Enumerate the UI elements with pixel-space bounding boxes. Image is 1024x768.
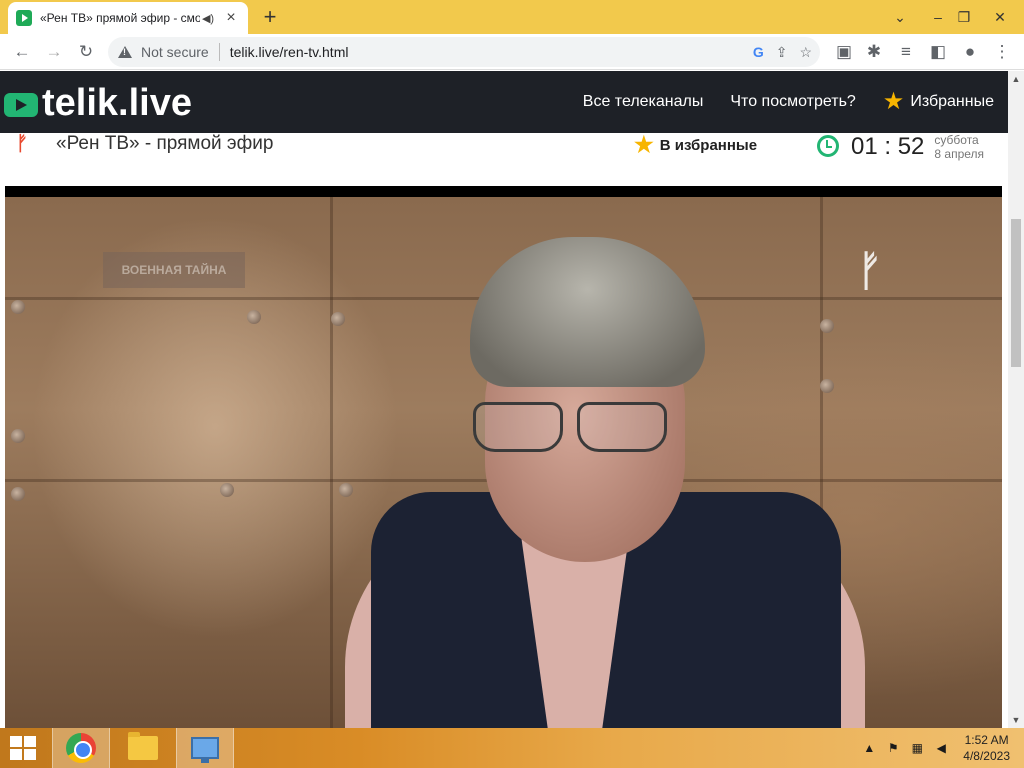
close-icon[interactable]: × bbox=[222, 9, 240, 27]
restore-icon[interactable]: ❐ bbox=[944, 0, 984, 34]
page-title: «Рен ТВ» - прямой эфир bbox=[56, 133, 274, 154]
reload-icon[interactable]: ↻ bbox=[72, 38, 100, 66]
close-icon[interactable]: ✕ bbox=[980, 0, 1020, 34]
scroll-thumb[interactable] bbox=[1011, 219, 1021, 367]
ren-tv-logo-icon: ᚠ bbox=[16, 133, 28, 155]
presenter-figure bbox=[335, 237, 875, 728]
folder-icon bbox=[128, 732, 158, 760]
audio-icon[interactable]: ◀) bbox=[200, 12, 216, 25]
chrome-icon bbox=[66, 733, 96, 763]
page-scrollbar[interactable]: ▲ ▼ bbox=[1008, 71, 1024, 728]
site-logo[interactable]: telik.live bbox=[4, 83, 192, 123]
star-icon: ★ bbox=[882, 88, 905, 115]
extension-icon[interactable]: ▣ bbox=[830, 38, 858, 66]
url-text[interactable]: telik.live/ren-tv.html bbox=[230, 44, 349, 60]
media-icon[interactable]: ≡ bbox=[892, 38, 920, 66]
volume-icon[interactable]: ◀ bbox=[931, 741, 951, 755]
sidepanel-icon[interactable]: ◧ bbox=[924, 38, 952, 66]
site-clock: 01 : 52 суббота 8 апреля bbox=[817, 133, 984, 161]
monitor-icon bbox=[191, 737, 219, 763]
nav-favorites[interactable]: ★ Избранные bbox=[883, 90, 994, 114]
browser-toolbar: ← → ↻ Not secure telik.live/ren-tv.html … bbox=[0, 34, 1024, 70]
nav-favorites-label: Избранные bbox=[910, 93, 994, 110]
scroll-down-icon[interactable]: ▼ bbox=[1008, 712, 1024, 728]
chevron-down-icon[interactable]: ⌄ bbox=[880, 0, 920, 34]
network-icon[interactable]: ▦ bbox=[907, 741, 927, 755]
divider bbox=[218, 43, 220, 61]
clock-icon bbox=[817, 135, 839, 157]
taskbar-explorer[interactable] bbox=[114, 728, 172, 768]
taskbar-chrome[interactable] bbox=[52, 728, 110, 768]
share-icon[interactable]: ⇪ bbox=[776, 44, 788, 61]
program-title-overlay: ВОЕННАЯ ТАЙНА bbox=[103, 252, 245, 288]
video-frame[interactable]: ВОЕННАЯ ТАЙНА ᚠ bbox=[5, 197, 1002, 728]
plus-icon[interactable]: + bbox=[258, 6, 282, 30]
rivet bbox=[11, 429, 25, 443]
flag-icon[interactable]: ⚑ bbox=[883, 741, 903, 755]
rivet bbox=[11, 300, 25, 314]
main-nav: Все телеканалы Что посмотреть? ★ Избранн… bbox=[583, 71, 994, 133]
scroll-up-icon[interactable]: ▲ bbox=[1008, 71, 1024, 87]
play-favicon-icon bbox=[16, 10, 32, 26]
nav-what-to-watch[interactable]: Что посмотреть? bbox=[730, 93, 855, 111]
browser-tab[interactable]: «Рен ТВ» прямой эфир - смотреть онлайн ◀… bbox=[8, 2, 248, 34]
profile-icon[interactable]: ● bbox=[956, 38, 984, 66]
video-player[interactable]: ВОЕННАЯ ТАЙНА ᚠ bbox=[5, 186, 1002, 728]
taskbar-date: 4/8/2023 bbox=[963, 749, 1010, 763]
clock-weekday: суббота bbox=[934, 133, 979, 147]
logo-text: telik.live bbox=[42, 82, 192, 124]
rivet bbox=[220, 483, 234, 497]
star-icon: ★ bbox=[634, 132, 654, 157]
menu-icon[interactable]: ⋮ bbox=[988, 38, 1016, 66]
windows-taskbar: ▲ ⚑ ▦ ◀ 1:52 AM 4/8/2023 bbox=[0, 728, 1024, 768]
windows-start-icon[interactable] bbox=[10, 736, 38, 760]
add-favorite-button[interactable]: ★ В избранные bbox=[634, 133, 757, 157]
puzzle-icon[interactable]: ✱ bbox=[860, 38, 888, 66]
show-hidden-icon[interactable]: ▲ bbox=[859, 741, 879, 755]
google-icon[interactable]: G bbox=[753, 44, 764, 60]
clock-date: суббота 8 апреля bbox=[934, 133, 984, 161]
nav-all-channels[interactable]: Все телеканалы bbox=[583, 93, 704, 111]
forward-icon[interactable]: → bbox=[40, 38, 68, 66]
back-icon[interactable]: ← bbox=[8, 38, 36, 66]
browser-tab-strip: «Рен ТВ» прямой эфир - смотреть онлайн ◀… bbox=[0, 0, 1024, 34]
security-label[interactable]: Not secure bbox=[141, 44, 209, 60]
channel-title-bar: ᚠ «Рен ТВ» - прямой эфир ★ В избранные 0… bbox=[0, 133, 1008, 185]
bookmark-star-icon[interactable]: ☆ bbox=[799, 44, 812, 61]
taskbar-time: 1:52 AM bbox=[964, 733, 1009, 747]
add-favorite-label: В избранные bbox=[659, 136, 758, 154]
address-bar[interactable]: Not secure telik.live/ren-tv.html G ⇪ ☆ bbox=[108, 37, 820, 67]
tv-logo-icon bbox=[4, 89, 38, 117]
warning-icon[interactable] bbox=[118, 46, 132, 58]
rivet bbox=[11, 487, 25, 501]
taskbar-clock[interactable]: 1:52 AM 4/8/2023 bbox=[963, 732, 1010, 764]
taskbar-remote[interactable] bbox=[176, 728, 234, 768]
rivet bbox=[247, 310, 261, 324]
screen: «Рен ТВ» прямой эфир - смотреть онлайн ◀… bbox=[0, 0, 1024, 768]
clock-time: 01 : 52 bbox=[851, 133, 925, 160]
wall-seam bbox=[330, 197, 333, 728]
site-header: telik.live Все телеканалы Что посмотреть… bbox=[0, 71, 1008, 133]
clock-day: 8 апреля bbox=[934, 147, 985, 161]
tab-title: «Рен ТВ» прямой эфир - смотреть онлайн bbox=[40, 11, 200, 25]
system-tray: ▲ ⚑ ▦ ◀ 1:52 AM 4/8/2023 bbox=[859, 728, 1024, 768]
